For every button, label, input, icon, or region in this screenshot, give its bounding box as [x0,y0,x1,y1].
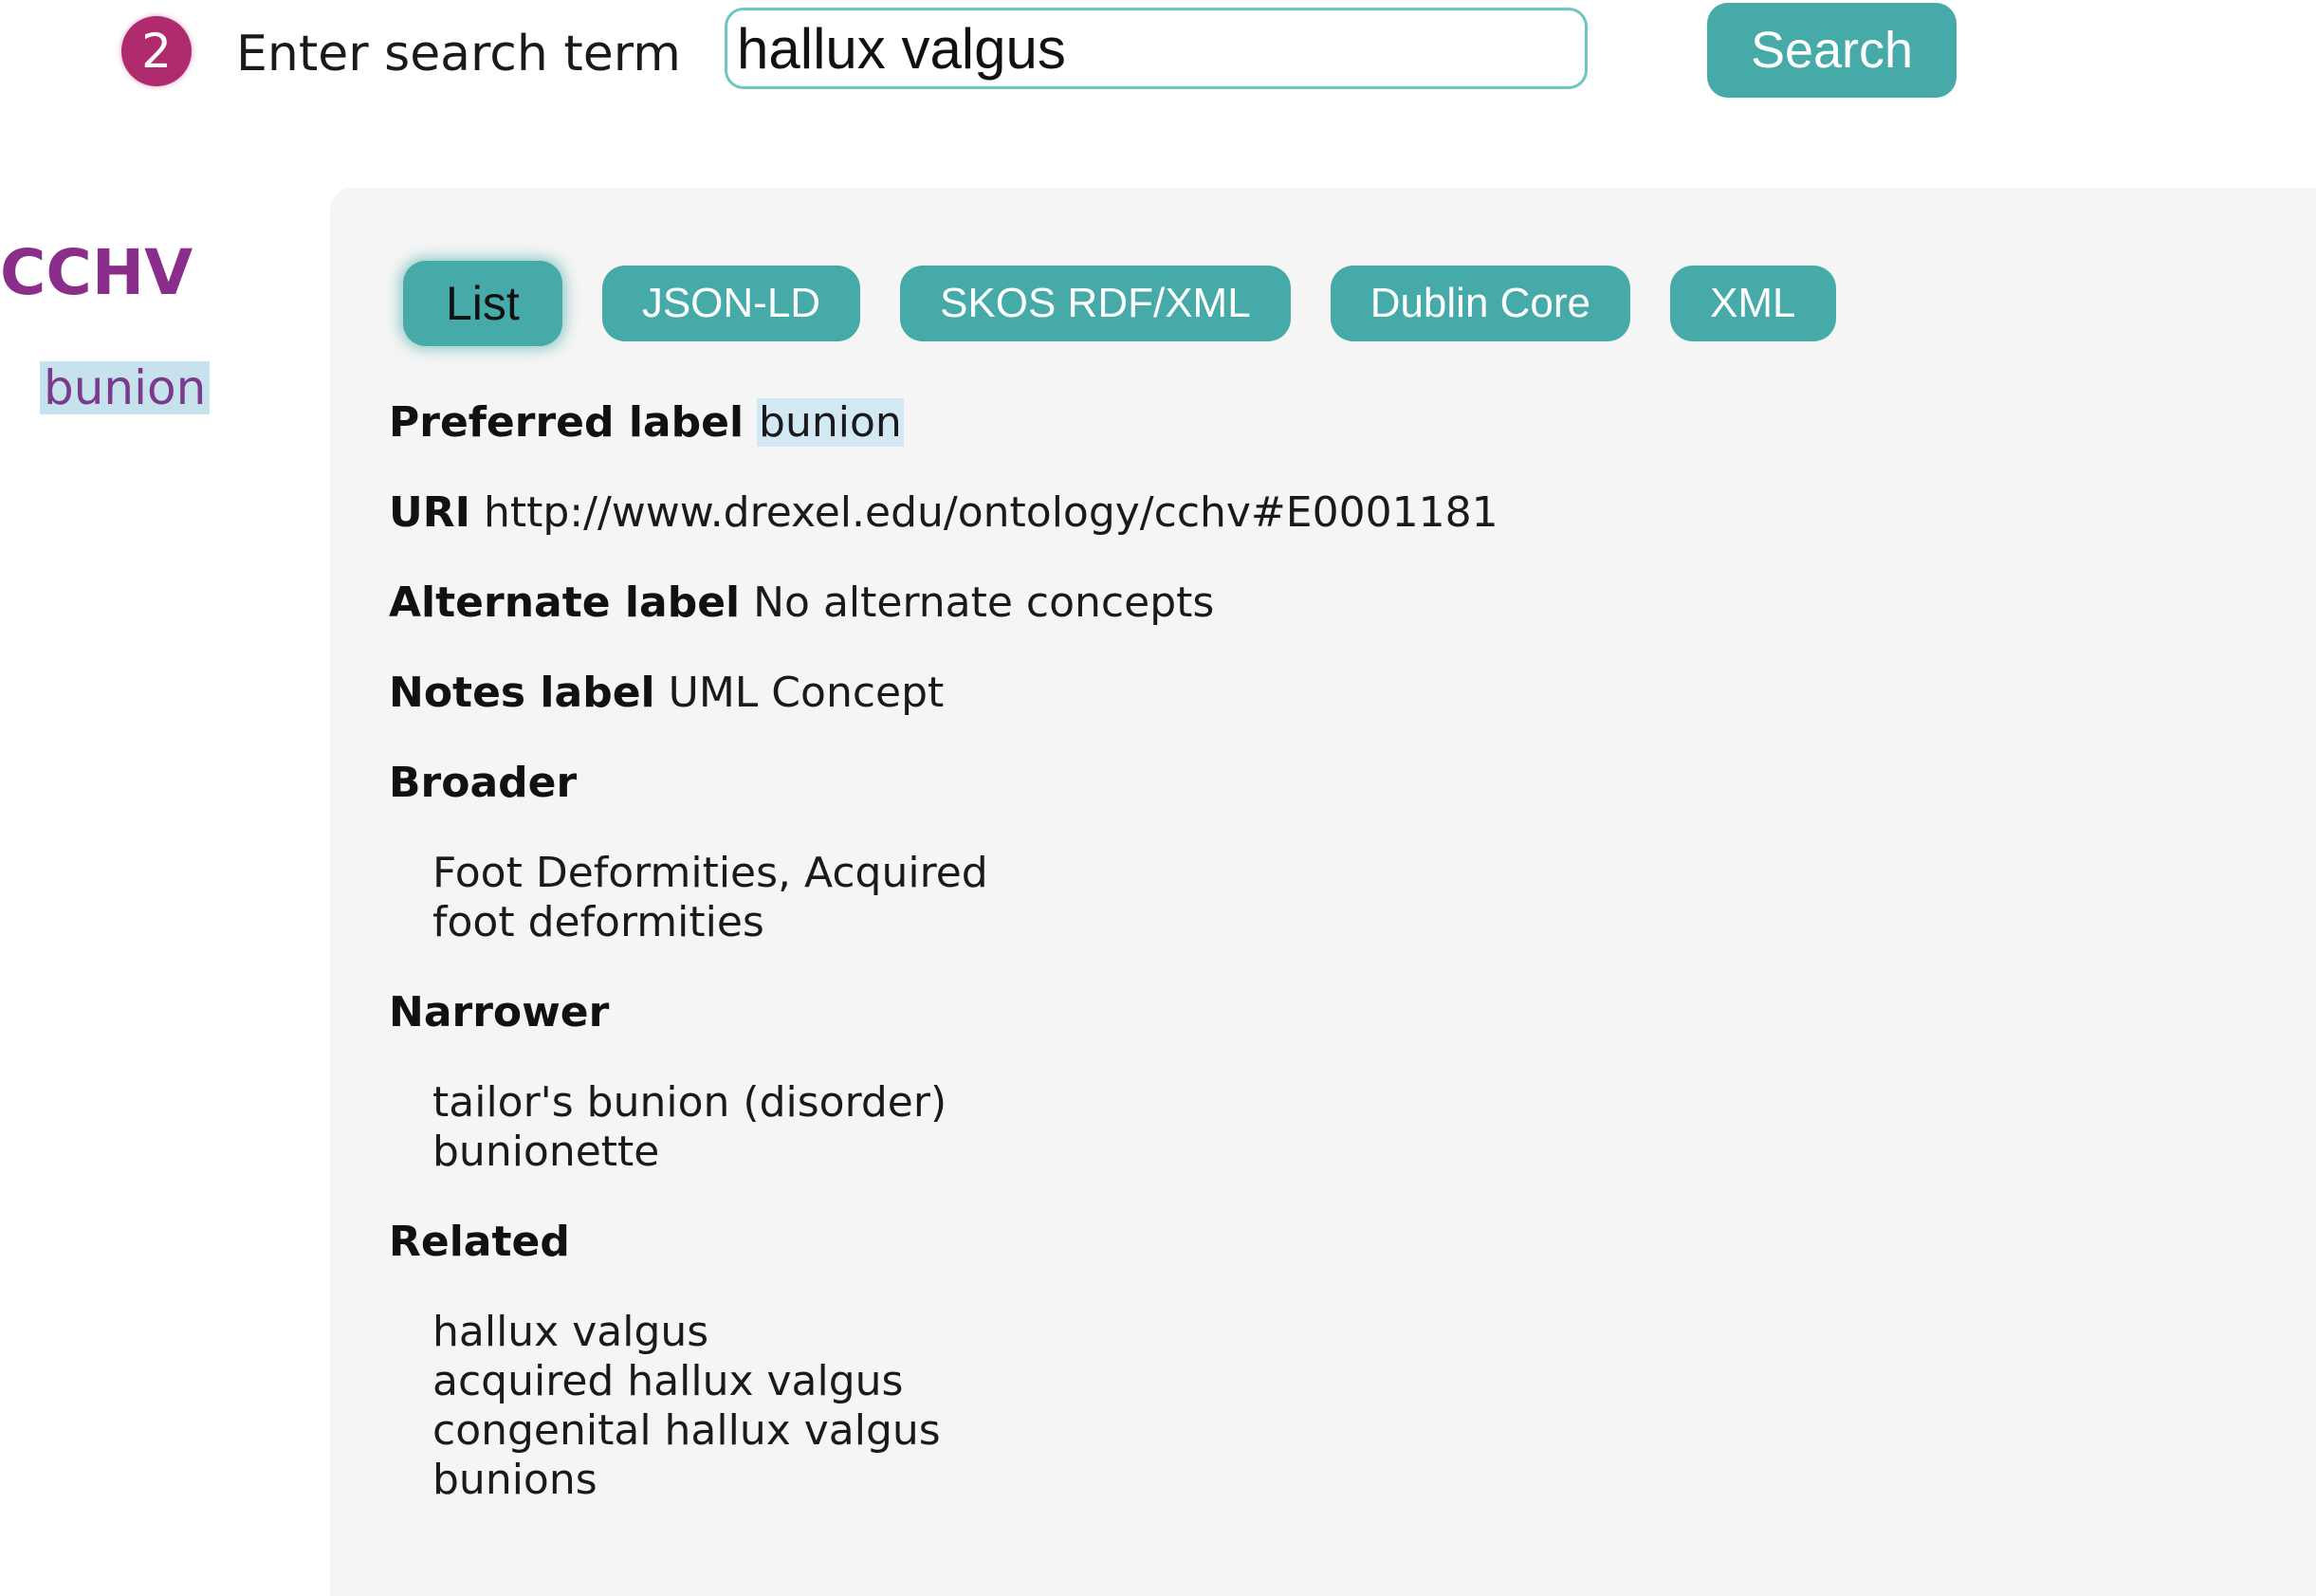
tab-skos-rdf-xml[interactable]: SKOS RDF/XML [900,266,1291,341]
list-item: foot deformities [432,898,764,946]
list-item: acquired hallux valgus [432,1357,904,1405]
uri-heading: URI [389,488,470,537]
list-item: bunions [432,1456,597,1504]
step-number-badge: 2 [121,16,192,86]
list-item: hallux valgus [432,1308,709,1356]
notes-label-heading: Notes label [389,669,655,717]
broader-list: Foot Deformities, Acquired foot deformit… [432,849,2191,947]
list-item: tailor's bunion (disorder) [432,1078,947,1127]
preferred-label-row: Preferred label bunion [389,398,2191,448]
narrower-heading: Narrower [389,988,610,1036]
vocabulary-title: CCHV [0,236,193,309]
related-heading: Related [389,1218,570,1266]
concept-link-bunion[interactable]: bunion [40,361,211,414]
notes-label-row: Notes label UML Concept [389,669,2191,718]
alternate-label-heading: Alternate label [389,578,741,627]
list-item: bunionette [432,1128,660,1176]
search-label: Enter search term [236,26,681,83]
search-input[interactable] [725,8,1588,89]
format-tabs: List JSON-LD SKOS RDF/XML Dublin Core XM… [403,261,1836,346]
preferred-label-heading: Preferred label [389,398,744,447]
concept-detail-panel: List JSON-LD SKOS RDF/XML Dublin Core XM… [330,188,2316,1596]
broader-heading: Broader [389,759,578,807]
tab-json-ld[interactable]: JSON-LD [601,266,861,341]
uri-row: URI http://www.drexel.edu/ontology/cchv#… [389,488,2191,538]
search-button[interactable]: Search [1707,3,1957,98]
alternate-label-row: Alternate label No alternate concepts [389,578,2191,628]
tab-xml[interactable]: XML [1670,266,1836,341]
alternate-label-value: No alternate concepts [753,578,1215,627]
narrower-list: tailor's bunion (disorder) bunionette [432,1078,2191,1177]
list-item: Foot Deformities, Acquired [432,849,988,897]
uri-value: http://www.drexel.edu/ontology/cchv#E000… [483,488,1498,537]
list-item: congenital hallux valgus [432,1406,941,1455]
concept-fields: Preferred label bunion URI http://www.dr… [389,398,2191,1505]
preferred-label-value: bunion [757,398,904,447]
tab-list[interactable]: List [403,261,562,346]
tab-dublin-core[interactable]: Dublin Core [1330,266,1631,341]
notes-label-value: UML Concept [668,669,945,717]
related-list: hallux valgus acquired hallux valgus con… [432,1308,2191,1505]
